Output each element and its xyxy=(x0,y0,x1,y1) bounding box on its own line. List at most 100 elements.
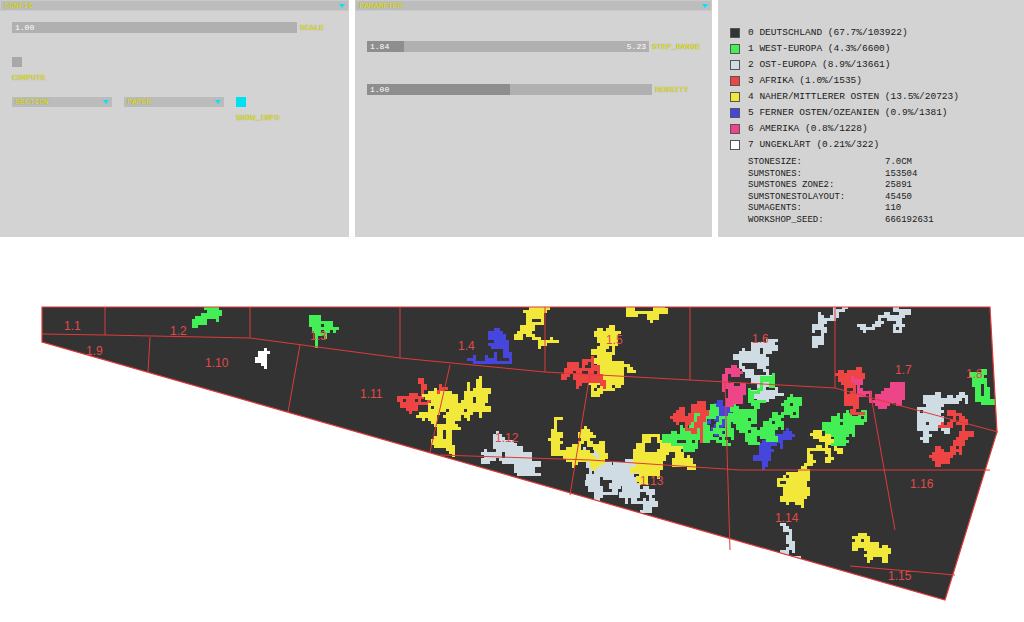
config-body: 1.00SCALE COMPUTE SECTION PAPER SHOW_INFO xyxy=(0,11,349,123)
panel-title-bar[interactable]: PARAMETER xyxy=(355,0,712,11)
legend-swatch xyxy=(730,108,740,118)
stone-layer xyxy=(192,300,996,574)
zone-border xyxy=(570,374,590,495)
legend-item: 2 OST-EUROPA (8.9%/13661) xyxy=(730,57,1024,73)
zone-label: 1.7 xyxy=(895,363,912,377)
legend-item: 3 AFRIKA (1.0%/1535) xyxy=(730,73,1024,89)
stone-cluster xyxy=(822,410,867,446)
layout-map: 1.11.21.31.41.51.61.71.81.91.101.111.121… xyxy=(0,300,1024,610)
legend-panel: 0 DEUTSCHLAND (67.7%/103922) 1 WEST-EUROP… xyxy=(718,0,1024,237)
parameter-body: 1.84 5.23 STEP_RANGE 1.00 DENSITY xyxy=(355,11,712,95)
dropdown-label: PAPER xyxy=(127,97,151,107)
compute-checkbox[interactable] xyxy=(12,57,22,67)
panel-title-bar[interactable]: CONFIG xyxy=(0,0,349,11)
legend-swatch xyxy=(730,76,740,86)
legend-item: 0 DEUTSCHLAND (67.7%/103922) xyxy=(730,25,1024,41)
zone-border xyxy=(250,307,251,338)
zone-label: 1.16 xyxy=(910,477,934,491)
step-range-slider-label: STEP_RANGE xyxy=(652,42,700,52)
stone-cluster xyxy=(561,356,606,389)
stone-cluster xyxy=(929,410,974,467)
map-area xyxy=(42,307,997,600)
zone-border xyxy=(725,382,730,550)
stone-cluster xyxy=(602,300,668,323)
stat-value: 25891 xyxy=(885,180,1024,192)
dropdown-arrow-icon xyxy=(215,100,221,104)
zone-border xyxy=(870,390,895,530)
parameter-panel: PARAMETER 1.84 5.23 STEP_RANGE 1.00 DENSITY xyxy=(355,0,712,237)
stat-name: SUMSTONES: xyxy=(748,169,885,181)
map-canvas: 1.11.21.31.41.51.61.71.81.91.101.111.121… xyxy=(0,300,1024,610)
legend-swatch xyxy=(730,60,740,70)
control-panels: CONFIG 1.00SCALE COMPUTE SECTION PAPER SHOW_I… xyxy=(0,0,1024,237)
legend-label: 2 OST-EUROPA (8.9%/13661) xyxy=(748,58,891,72)
stat-value: 45450 xyxy=(885,192,1024,204)
density-slider-track[interactable]: 1.00 xyxy=(367,84,652,95)
scale-slider-row: 1.00SCALE xyxy=(12,22,337,33)
range-high: 5.23 xyxy=(627,42,646,52)
legend-swatch xyxy=(730,28,740,38)
scale-slider-value: 1.00 xyxy=(15,23,34,33)
stat-name: WORKSHOP_SEED: xyxy=(748,215,885,227)
zone-label: 1.12 xyxy=(495,431,519,445)
zone-label: 1.2 xyxy=(170,324,187,338)
stat-value: 153504 xyxy=(885,169,1024,181)
zone-border xyxy=(430,365,450,452)
legend-label: 7 UNGEKLÄRT (0.21%/322) xyxy=(748,138,879,152)
dropdown[interactable]: PAPER xyxy=(124,97,224,107)
zone-label: 1.14 xyxy=(775,511,799,525)
zone-label: 1.9 xyxy=(86,344,103,358)
density-slider-row: 1.00 DENSITY xyxy=(367,84,700,95)
legend-label: 4 NAHER/MITTLERER OSTEN (13.5%/20723) xyxy=(748,90,959,104)
stone-cluster xyxy=(768,523,804,574)
zone-label: 1.15 xyxy=(888,569,912,583)
zone-border xyxy=(835,307,836,388)
zone-border xyxy=(288,345,300,412)
stone-cluster xyxy=(851,376,905,409)
legend-label: 0 DEUTSCHLAND (67.7%/103922) xyxy=(748,26,908,40)
zone-border xyxy=(440,455,990,470)
stats-list: STONESIZE:7.0CMSUMSTONES:153504SUMSTONES… xyxy=(748,157,1024,226)
density-slider-value: 1.00 xyxy=(370,85,389,95)
stone-cluster xyxy=(588,325,636,397)
stat-name: SUMSTONESTOLAYOUT: xyxy=(748,192,885,204)
zone-label: 1.8 xyxy=(966,367,983,381)
legend-label: 6 AMERIKA (0.8%/1228) xyxy=(748,122,868,136)
stone-cluster xyxy=(416,376,491,457)
legend-item: 5 FERNER OSTEN/OZEANIEN (0.9%/1381) xyxy=(730,105,1024,121)
panel-title: CONFIG xyxy=(4,1,33,10)
map-outline xyxy=(42,307,997,600)
stat-value: 7.0CM xyxy=(885,157,1024,169)
stone-cluster xyxy=(852,533,891,563)
show-info-label: SHOW_INFO xyxy=(236,113,279,123)
zone-label: 1.1 xyxy=(64,319,81,333)
step-range-slider-track[interactable]: 1.84 5.23 xyxy=(367,41,649,52)
legend-label: 5 FERNER OSTEN/OZEANIEN (0.9%/1381) xyxy=(748,106,948,120)
stat-value: 666192631 xyxy=(885,215,1024,227)
stone-cluster xyxy=(255,348,270,369)
zone-label: 1.3 xyxy=(310,329,327,343)
range-low: 1.84 xyxy=(370,42,389,52)
zone-label: 1.5 xyxy=(606,333,623,347)
stone-cluster xyxy=(481,431,541,476)
density-slider-label: DENSITY xyxy=(655,85,689,95)
legend-swatch xyxy=(730,92,740,102)
dropdown[interactable]: SECTION xyxy=(12,97,112,107)
legend-swatch xyxy=(730,44,740,54)
legend-label: 3 AFRIKA (1.0%/1535) xyxy=(748,74,862,88)
compute-label: COMPUTE xyxy=(12,73,337,83)
collapse-icon[interactable] xyxy=(339,4,345,8)
zone-label: 1.4 xyxy=(458,339,475,353)
scale-slider-track[interactable]: 1.00 xyxy=(12,22,297,33)
dropdown-label: SECTION xyxy=(15,97,49,107)
stat-name: SUMSTONES ZONE2: xyxy=(748,180,885,192)
zone-border xyxy=(400,307,401,358)
legend-swatch xyxy=(730,124,740,134)
legend-label: 1 WEST-EUROPA (4.3%/6600) xyxy=(748,42,891,56)
legend-swatch xyxy=(730,140,740,150)
zone-border xyxy=(105,307,106,335)
show-info-checkbox[interactable] xyxy=(236,97,246,107)
collapse-icon[interactable] xyxy=(702,4,708,8)
show-info-group: SHOW_INFO xyxy=(236,97,279,123)
dropdown-arrow-icon xyxy=(103,100,109,104)
